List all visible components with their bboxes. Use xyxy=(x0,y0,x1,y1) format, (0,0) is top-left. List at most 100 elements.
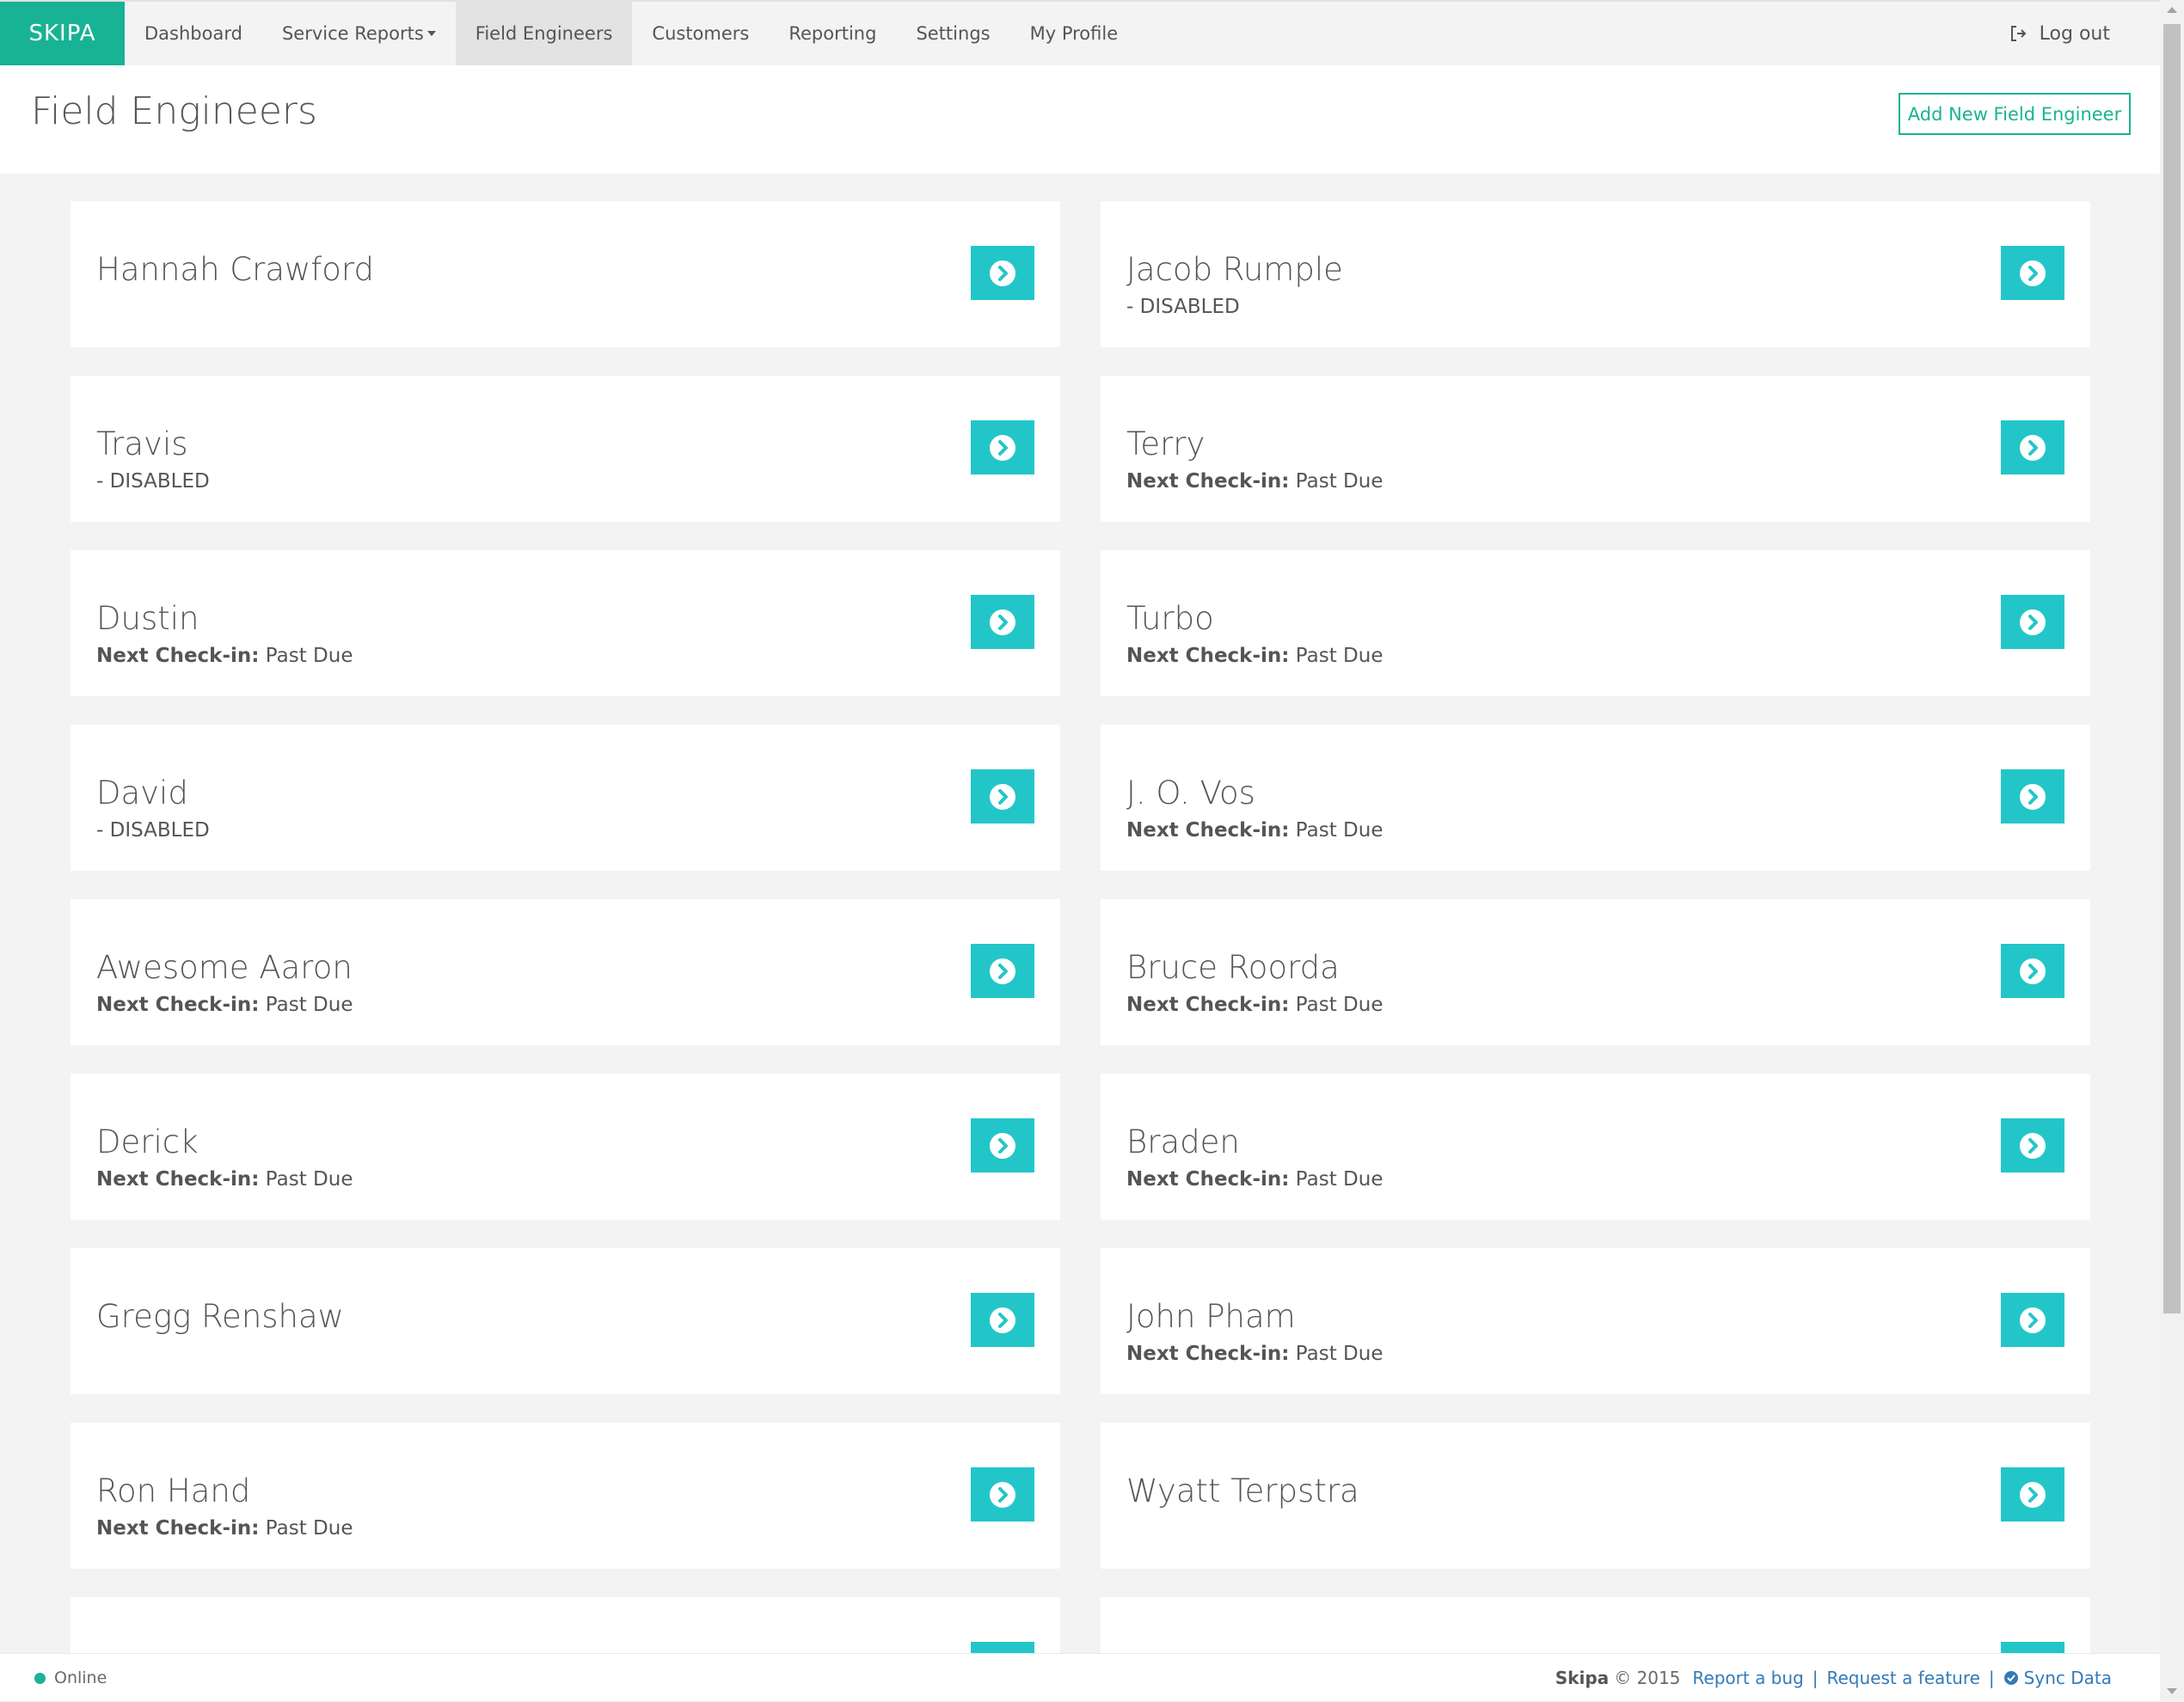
engineer-name: Terry xyxy=(1126,426,1205,462)
checkin-label: Next Check-in: xyxy=(96,1517,260,1540)
chevron-circle-right-icon xyxy=(2020,1481,2046,1508)
engineer-card: Derick Next Check-in: Past Due xyxy=(71,1074,1060,1220)
engineer-status: Next Check-in: Past Due xyxy=(1126,470,1383,493)
view-engineer-button[interactable] xyxy=(971,1642,1034,1654)
status-label: Online xyxy=(54,1668,107,1687)
nav-menu: Dashboard Service Reports Field Engineer… xyxy=(125,2,1138,65)
scroll-down-icon[interactable] xyxy=(2167,1688,2177,1694)
view-engineer-button[interactable] xyxy=(2001,1118,2064,1172)
view-engineer-button[interactable] xyxy=(971,1293,1034,1347)
scrollbar[interactable] xyxy=(2160,0,2184,1701)
view-engineer-button[interactable] xyxy=(971,246,1034,300)
view-engineer-button[interactable] xyxy=(2001,246,2064,300)
status-value: Past Due xyxy=(265,994,353,1016)
nav-service-reports[interactable]: Service Reports xyxy=(262,2,456,65)
view-engineer-button[interactable] xyxy=(971,769,1034,823)
view-engineer-button[interactable] xyxy=(2001,1467,2064,1521)
checkin-label: Next Check-in: xyxy=(1126,645,1290,667)
engineer-card xyxy=(71,1597,1060,1654)
view-engineer-button[interactable] xyxy=(2001,769,2064,823)
status-value: Past Due xyxy=(1295,1343,1383,1365)
view-engineer-button[interactable] xyxy=(2001,944,2064,998)
nav-customers[interactable]: Customers xyxy=(632,2,769,65)
engineer-name: Braden xyxy=(1126,1123,1240,1160)
logout-link[interactable]: Log out xyxy=(2010,2,2110,65)
engineer-card: Bruce Roorda Next Check-in: Past Due xyxy=(1101,899,2090,1045)
engineer-card xyxy=(1101,1597,2090,1654)
scroll-thumb[interactable] xyxy=(2163,24,2181,1313)
engineer-status: Next Check-in: Past Due xyxy=(1126,819,1383,842)
nav-reporting[interactable]: Reporting xyxy=(769,2,896,65)
scroll-up-icon[interactable] xyxy=(2167,7,2177,13)
nav-dashboard[interactable]: Dashboard xyxy=(125,2,262,65)
nav-service-reports-label: Service Reports xyxy=(281,23,424,44)
engineer-status: Next Check-in: Past Due xyxy=(96,994,353,1016)
engineer-status: - DISABLED xyxy=(96,819,210,842)
nav-dashboard-label: Dashboard xyxy=(144,23,242,44)
chevron-circle-right-icon xyxy=(990,783,1015,810)
checkin-label: Next Check-in: xyxy=(1126,994,1290,1016)
nav-reporting-label: Reporting xyxy=(788,23,877,44)
top-navbar: SKIPA Dashboard Service Reports Field En… xyxy=(0,0,2160,65)
status-value: Past Due xyxy=(1295,819,1383,842)
view-engineer-button[interactable] xyxy=(2001,595,2064,649)
engineer-status: Next Check-in: Past Due xyxy=(1126,994,1383,1016)
chevron-down-icon xyxy=(426,31,436,36)
view-engineer-button[interactable] xyxy=(2001,1293,2064,1347)
separator: | xyxy=(1988,1668,1995,1688)
view-engineer-button[interactable] xyxy=(971,944,1034,998)
engineer-status: Next Check-in: Past Due xyxy=(1126,1168,1383,1191)
nav-settings[interactable]: Settings xyxy=(896,2,1009,65)
separator: | xyxy=(1812,1668,1819,1688)
status-value: Past Due xyxy=(265,1168,353,1191)
chevron-circle-right-icon xyxy=(990,1481,1015,1508)
engineer-status: - DISABLED xyxy=(96,470,210,493)
request-feature-link[interactable]: Request a feature xyxy=(1827,1668,1980,1688)
engineer-card: Awesome Aaron Next Check-in: Past Due xyxy=(71,899,1060,1045)
view-engineer-button[interactable] xyxy=(2001,1642,2064,1654)
view-engineer-button[interactable] xyxy=(971,595,1034,649)
add-field-engineer-button[interactable]: Add New Field Engineer xyxy=(1899,93,2131,135)
engineer-name: Jacob Rumple xyxy=(1126,251,1343,288)
chevron-circle-right-icon xyxy=(2020,1132,2046,1159)
engineer-name: Dustin xyxy=(96,600,199,637)
nav-my-profile[interactable]: My Profile xyxy=(1010,2,1138,65)
check-circle-icon xyxy=(2003,1671,2018,1685)
engineer-name: John Pham xyxy=(1126,1298,1296,1335)
engineer-name: Awesome Aaron xyxy=(96,949,353,986)
view-engineer-button[interactable] xyxy=(971,420,1034,474)
engineer-name: J. O. Vos xyxy=(1126,774,1255,811)
engineer-card: Hannah Crawford xyxy=(71,201,1060,347)
chevron-circle-right-icon xyxy=(2020,1307,2046,1333)
status-value: Past Due xyxy=(265,1517,353,1540)
engineer-card: Gregg Renshaw xyxy=(71,1248,1060,1394)
engineer-status: - DISABLED xyxy=(1126,296,1240,318)
engineer-card: Wyatt Terpstra xyxy=(1101,1423,2090,1569)
engineer-card: J. O. Vos Next Check-in: Past Due xyxy=(1101,725,2090,871)
engineer-card: Turbo Next Check-in: Past Due xyxy=(1101,550,2090,696)
status-value: Past Due xyxy=(1295,1168,1383,1191)
sign-out-icon xyxy=(2010,26,2027,41)
nav-field-engineers-label: Field Engineers xyxy=(475,23,613,44)
view-engineer-button[interactable] xyxy=(971,1467,1034,1521)
chevron-circle-right-icon xyxy=(2020,260,2046,286)
checkin-label: Next Check-in: xyxy=(1126,819,1290,842)
view-engineer-button[interactable] xyxy=(2001,420,2064,474)
checkin-label: Next Check-in: xyxy=(1126,1168,1290,1191)
engineer-name: Gregg Renshaw xyxy=(96,1298,344,1335)
chevron-circle-right-icon xyxy=(2020,783,2046,810)
checkin-label: Next Check-in: xyxy=(1126,470,1290,493)
engineer-status: Next Check-in: Past Due xyxy=(96,1517,353,1540)
sync-data-link[interactable]: Sync Data xyxy=(2003,1668,2112,1688)
nav-my-profile-label: My Profile xyxy=(1029,23,1119,44)
nav-field-engineers[interactable]: Field Engineers xyxy=(455,2,633,65)
chevron-circle-right-icon xyxy=(990,260,1015,286)
brand-logo[interactable]: SKIPA xyxy=(0,2,125,65)
checkin-label: Next Check-in: xyxy=(96,1168,260,1191)
status-value: - DISABLED xyxy=(96,819,210,842)
view-engineer-button[interactable] xyxy=(971,1118,1034,1172)
chevron-circle-right-icon xyxy=(990,1132,1015,1159)
report-bug-link[interactable]: Report a bug xyxy=(1692,1668,1803,1688)
status-value: Past Due xyxy=(1295,470,1383,493)
engineer-status: Next Check-in: Past Due xyxy=(96,645,353,667)
